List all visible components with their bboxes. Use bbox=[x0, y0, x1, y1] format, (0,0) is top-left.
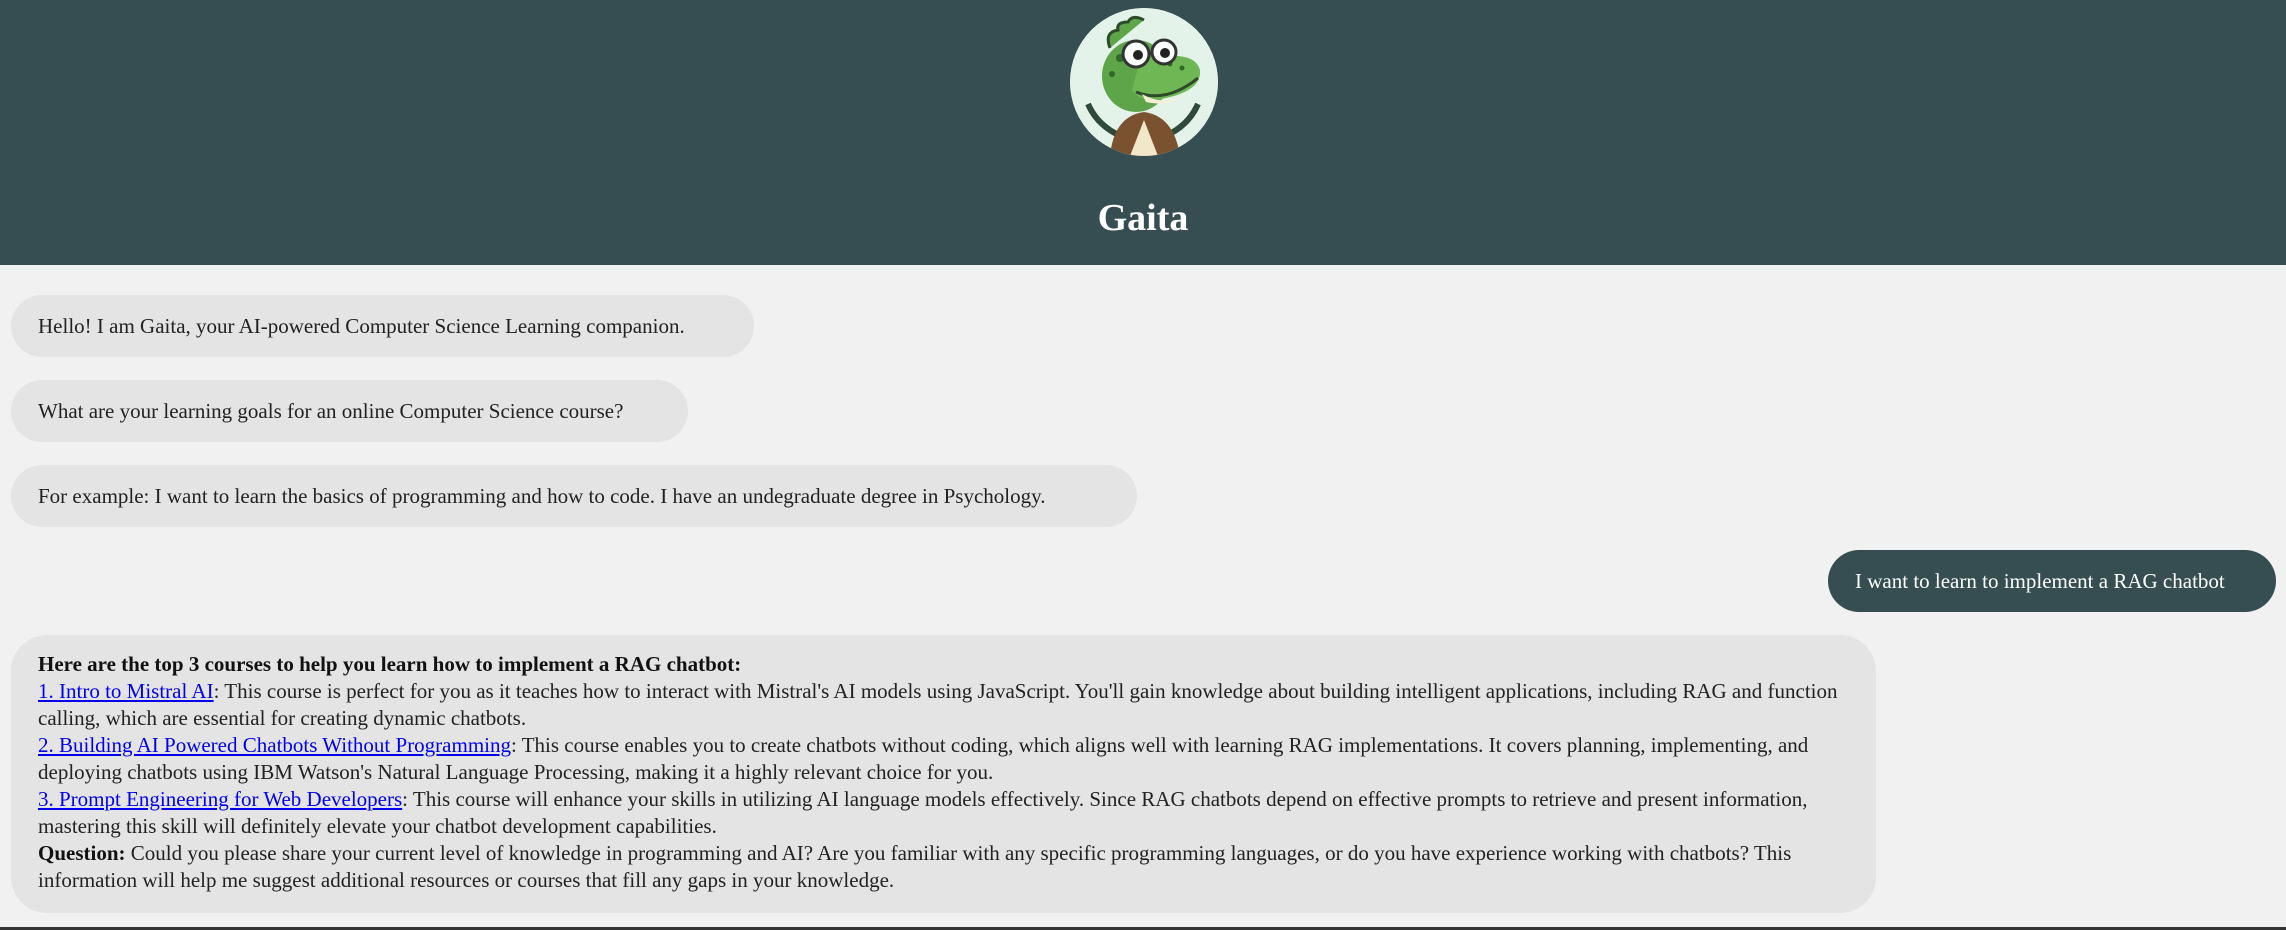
course-description: : This course is perfect for you as it t… bbox=[38, 679, 1838, 730]
bot-message: For example: I want to learn the basics … bbox=[11, 465, 1137, 527]
follow-up-question: Question: Could you please share your cu… bbox=[38, 840, 1849, 894]
bot-message: Hello! I am Gaita, your AI-powered Compu… bbox=[11, 295, 754, 357]
question-text: Could you please share your current leve… bbox=[38, 841, 1792, 892]
bot-message: What are your learning goals for an onli… bbox=[11, 380, 688, 442]
recommendation-message: Here are the top 3 courses to help you l… bbox=[11, 635, 1876, 913]
course-item: 2. Building AI Powered Chatbots Without … bbox=[38, 732, 1849, 786]
crocodile-mascot-icon bbox=[1070, 8, 1218, 156]
course-item: 1. Intro to Mistral AI: This course is p… bbox=[38, 678, 1849, 732]
page-title: Gaita bbox=[1097, 197, 1189, 239]
question-label: Question: bbox=[38, 841, 126, 865]
course-link-building-ai-chatbots[interactable]: 2. Building AI Powered Chatbots Without … bbox=[38, 733, 511, 757]
course-link-prompt-engineering[interactable]: 3. Prompt Engineering for Web Developers bbox=[38, 787, 402, 811]
course-item: 3. Prompt Engineering for Web Developers… bbox=[38, 786, 1849, 840]
recommendation-heading: Here are the top 3 courses to help you l… bbox=[38, 652, 742, 676]
course-link-intro-mistral-ai[interactable]: 1. Intro to Mistral AI bbox=[38, 679, 214, 703]
app-header: Gaita bbox=[0, 0, 2286, 265]
user-message: I want to learn to implement a RAG chatb… bbox=[1828, 550, 2276, 612]
